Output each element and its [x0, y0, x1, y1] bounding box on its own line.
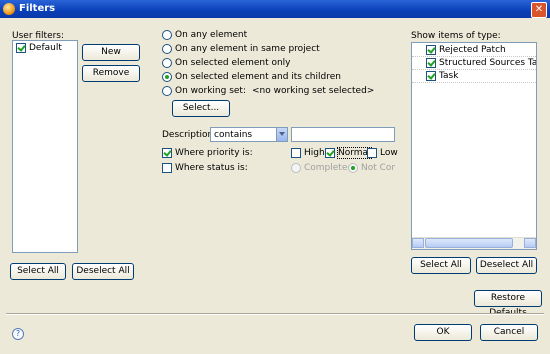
types-list[interactable]: Rejected Patch Structured Sources Task T…: [411, 42, 537, 250]
priority-normal-option[interactable]: Normal: [325, 147, 372, 159]
scope-radio[interactable]: [162, 58, 172, 68]
working-set-value: <no working set selected>: [252, 86, 375, 96]
description-operator-select[interactable]: contains: [210, 127, 288, 142]
new-filter-button[interactable]: New: [82, 44, 140, 61]
type-row-divider: [412, 56, 536, 57]
scope-option-selected-and-children[interactable]: On selected element and its children: [162, 72, 341, 83]
types-deselect-all-button[interactable]: Deselect All: [476, 257, 537, 274]
priority-high-label: High: [304, 148, 325, 158]
type-label: Structured Sources Task: [439, 58, 537, 68]
user-filter-checkbox[interactable]: [16, 43, 26, 53]
priority-filter-toggle[interactable]: Where priority is:: [162, 148, 253, 159]
select-working-set-button[interactable]: Select...: [172, 100, 230, 117]
filters-dialog: Filters ✕ User filters: Default New Remo…: [0, 0, 550, 354]
ok-button[interactable]: OK: [414, 324, 472, 341]
app-icon: [3, 3, 15, 15]
scope-radio[interactable]: [162, 72, 172, 82]
priority-normal-label: Normal: [337, 147, 372, 159]
restore-defaults-button[interactable]: Restore Defaults: [474, 290, 542, 318]
description-operator-value: contains: [214, 130, 253, 140]
cancel-button[interactable]: Cancel: [480, 324, 538, 341]
scope-option-label: On selected element and its children: [175, 72, 341, 82]
type-checkbox[interactable]: [426, 58, 436, 68]
scrollbar-thumb[interactable]: [425, 238, 513, 248]
status-label: Where status is:: [175, 163, 248, 173]
type-item-task[interactable]: Task: [426, 71, 458, 82]
description-label: Description: [162, 130, 214, 140]
type-label: Rejected Patch: [439, 45, 506, 55]
remove-filter-button[interactable]: Remove: [82, 65, 140, 82]
scope-option-any-element[interactable]: On any element: [162, 30, 247, 41]
type-checkbox[interactable]: [426, 71, 436, 81]
chevron-down-icon[interactable]: [276, 128, 287, 141]
types-select-all-button[interactable]: Select All: [411, 257, 471, 274]
priority-label: Where priority is:: [175, 148, 253, 158]
type-item-structured-sources-task[interactable]: Structured Sources Task: [426, 58, 537, 69]
types-horizontal-scrollbar[interactable]: [412, 237, 536, 249]
status-not-completed-radio: [348, 163, 358, 173]
user-filter-label: Default: [29, 43, 62, 53]
status-completed-radio: [291, 163, 301, 173]
help-icon[interactable]: ?: [12, 328, 24, 340]
priority-normal-checkbox[interactable]: [325, 148, 335, 158]
priority-low-checkbox[interactable]: [367, 148, 377, 158]
user-filters-select-all-button[interactable]: Select All: [10, 263, 66, 280]
status-filter-toggle[interactable]: Where status is:: [162, 163, 248, 174]
scope-option-selected-only[interactable]: On selected element only: [162, 58, 291, 69]
scope-option-working-set[interactable]: On working set: <no working set selected>: [162, 86, 374, 97]
user-filter-item-default[interactable]: Default: [16, 43, 62, 54]
type-row-divider: [412, 69, 536, 70]
status-completed-option: Completed: [291, 163, 353, 174]
scope-option-label: On working set:: [175, 86, 246, 96]
types-label: Show items of type:: [411, 31, 501, 41]
priority-checkbox[interactable]: [162, 148, 172, 158]
priority-low-label: Low: [380, 148, 398, 158]
priority-low-option[interactable]: Low: [367, 148, 398, 159]
status-not-completed-label: Not Comp: [361, 163, 395, 173]
scroll-left-icon[interactable]: [412, 238, 424, 248]
footer-separator: [6, 313, 544, 315]
priority-high-checkbox[interactable]: [291, 148, 301, 158]
window-title: Filters: [19, 3, 56, 14]
scope-option-label: On any element in same project: [175, 44, 320, 54]
scroll-right-icon[interactable]: [524, 238, 536, 248]
scope-option-label: On any element: [175, 30, 248, 40]
user-filters-list[interactable]: Default: [12, 40, 78, 253]
status-not-completed-option: Not Comp: [348, 163, 395, 174]
scope-radio[interactable]: [162, 30, 172, 40]
scope-option-same-project[interactable]: On any element in same project: [162, 44, 320, 55]
status-completed-label: Completed: [304, 163, 354, 173]
scope-radio[interactable]: [162, 44, 172, 54]
type-item-rejected-patch[interactable]: Rejected Patch: [426, 45, 506, 56]
user-filters-deselect-all-button[interactable]: Deselect All: [72, 263, 134, 280]
type-checkbox[interactable]: [426, 45, 436, 55]
title-bar[interactable]: Filters ✕: [0, 0, 550, 18]
description-text-field[interactable]: [291, 127, 395, 142]
priority-high-option[interactable]: High: [291, 148, 325, 159]
scope-radio[interactable]: [162, 86, 172, 96]
close-button[interactable]: ✕: [531, 2, 547, 18]
scope-option-label: On selected element only: [175, 58, 291, 68]
type-label: Task: [439, 71, 459, 81]
type-row-divider: [412, 82, 536, 83]
status-checkbox[interactable]: [162, 163, 172, 173]
